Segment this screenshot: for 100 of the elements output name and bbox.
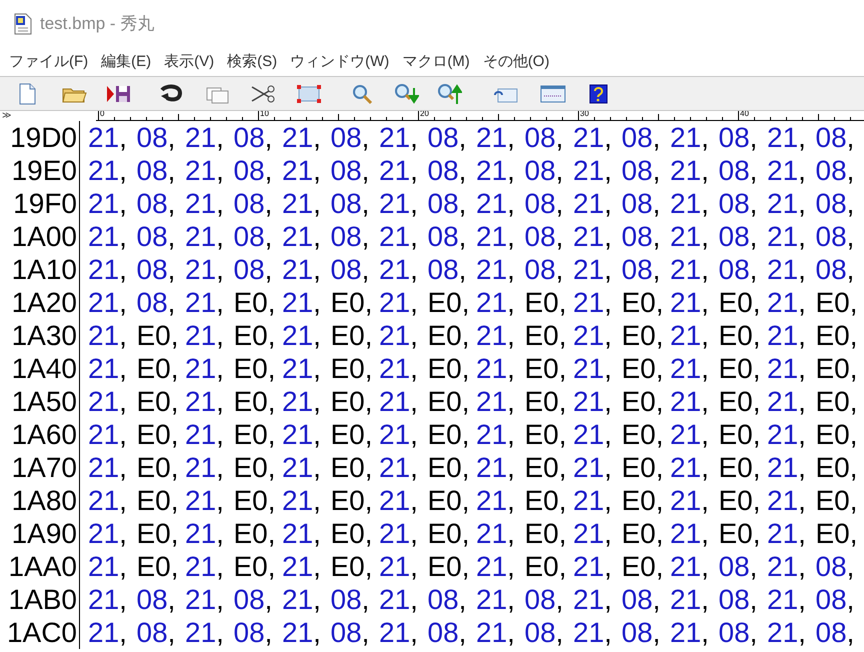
byte-value: E0, [330,319,374,352]
menu-item[interactable]: マクロ(M) [402,50,470,74]
byte-value: 08, [136,220,176,253]
byte-value: 08, [234,187,274,220]
byte-value: 21, [379,418,419,451]
byte-value: 21, [573,484,613,517]
byte-value: E0, [234,418,277,451]
byte-value: 21, [573,220,613,253]
address-cell: 1AA0 [0,550,80,583]
byte-value: 08, [428,583,468,616]
menu-item[interactable]: ファイル(F) [9,50,88,74]
byte-value: 21, [767,385,807,418]
byte-value: E0, [234,286,277,319]
byte-value: E0, [428,418,471,451]
byte-value: E0, [330,385,374,418]
byte-value: 21, [185,286,225,319]
address-cell: 1A50 [0,385,80,418]
byte-value: E0, [718,517,762,550]
byte-value: 21, [767,451,807,484]
byte-value: 08, [136,253,176,286]
byte-value: E0, [524,484,568,517]
menu-item[interactable]: 検索(S) [227,50,278,74]
byte-value: 21, [379,286,419,319]
byte-value: 21, [282,517,322,550]
menu-item[interactable]: その他(O) [482,50,550,74]
menu-item[interactable]: 編集(E) [101,50,152,74]
byte-value: E0, [524,451,568,484]
byte-value: E0, [718,418,762,451]
byte-value: 08, [816,253,856,286]
byte-value: 21, [670,616,710,649]
byte-value: E0, [234,352,277,385]
ruler-marker: ≫ [1,111,12,121]
byte-value: 21, [476,121,516,154]
byte-value: 21, [670,253,710,286]
byte-value: E0, [622,484,665,517]
byte-value: 21, [767,352,807,385]
byte-value: 08, [622,616,662,649]
byte-value: 21, [573,286,613,319]
byte-value: 21, [573,616,613,649]
byte-value: E0, [330,352,374,385]
byte-value: E0, [428,319,471,352]
byte-value: 21, [185,385,225,418]
byte-value: 21, [573,187,613,220]
byte-value: E0, [136,517,180,550]
menu-item[interactable]: ウィンドウ(W) [290,50,390,74]
byte-value: 08, [428,616,468,649]
byte-value: 21, [573,121,613,154]
address-cell: 1A10 [0,253,80,286]
byte-value: 21, [767,583,807,616]
byte-value: 08, [718,253,758,286]
byte-value: 21, [767,616,807,649]
address-cell: 1A80 [0,484,80,517]
byte-value: 08, [524,154,564,187]
window-title: test.bmp - 秀丸 [40,13,154,36]
byte-value: E0, [816,352,859,385]
byte-value: E0, [816,385,859,418]
byte-value: 08, [718,583,758,616]
byte-value: 21, [88,154,128,187]
byte-value: 08, [234,616,274,649]
byte-value: 21, [185,319,225,352]
byte-value: 21, [88,418,128,451]
byte-value: 21, [670,418,710,451]
byte-value: 08, [234,583,274,616]
byte-value: E0, [816,484,859,517]
byte-value: 21, [379,154,419,187]
address-cell: 1A40 [0,352,80,385]
menu-item[interactable]: 表示(V) [164,50,214,74]
byte-value: E0, [330,451,374,484]
byte-value: 21, [282,319,322,352]
byte-value: 08, [524,583,564,616]
byte-value: E0, [816,418,859,451]
address-cell: 1AB0 [0,583,80,616]
byte-value: 21, [185,550,225,583]
byte-value: 08, [816,187,856,220]
byte-value: 08, [428,187,468,220]
byte-value: 21, [282,187,322,220]
address-cell: 1AC0 [0,616,80,649]
byte-value: 21, [282,583,322,616]
address-cell: 1A60 [0,418,80,451]
byte-value: 21, [670,550,710,583]
byte-value: E0, [234,550,277,583]
byte-value: 21, [185,187,225,220]
byte-value: 21, [185,418,225,451]
byte-value: E0, [524,517,568,550]
byte-value: E0, [622,418,665,451]
byte-value: E0, [136,451,180,484]
byte-value: 21, [185,154,225,187]
byte-value: 08, [622,220,662,253]
byte-value: 21, [476,385,516,418]
byte-value: 08, [524,616,564,649]
byte-value: 21, [476,253,516,286]
byte-value: 21, [767,484,807,517]
byte-value: 21, [573,583,613,616]
byte-value: 21, [88,319,128,352]
byte-value: 21, [476,616,516,649]
byte-value: E0, [330,418,374,451]
byte-value: 08, [330,187,370,220]
byte-value: E0, [234,319,277,352]
byte-value: E0, [330,286,374,319]
byte-value: 21, [670,451,710,484]
